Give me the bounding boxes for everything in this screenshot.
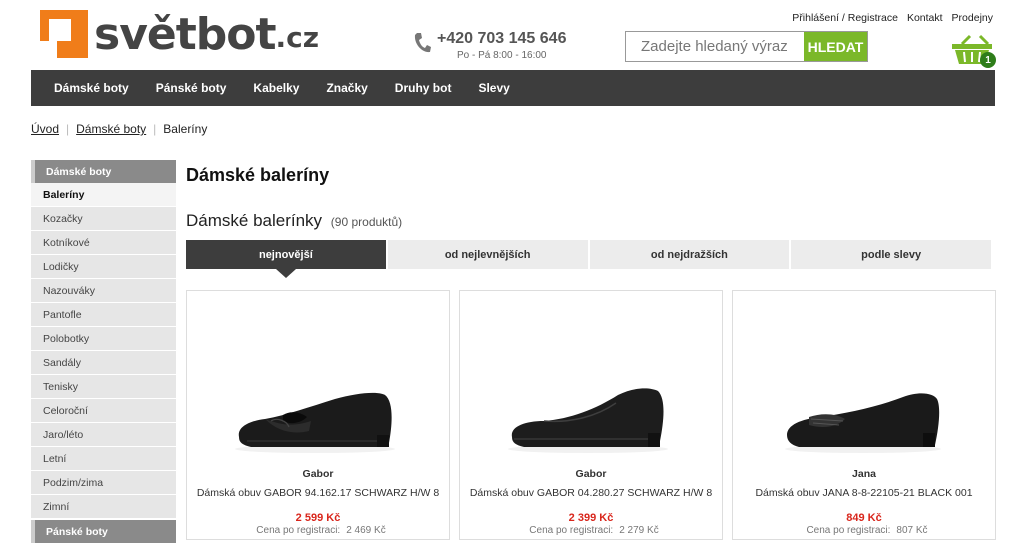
registration-price-value: 2 279 Kč (619, 525, 659, 536)
contact-link[interactable]: Kontakt (907, 12, 943, 24)
nav-item-kabelky[interactable]: Kabelky (253, 81, 299, 95)
top-links: Přihlášení / Registrace Kontakt Prodejny (792, 12, 993, 24)
main-nav: Dámské boty Pánské boty Kabelky Značky D… (31, 70, 995, 106)
sidebar-section-damske-boty[interactable]: Dámské boty (31, 160, 176, 183)
sidebar-section-panske-boty[interactable]: Pánské boty (31, 520, 176, 543)
sidebar-item-lodicky[interactable]: Lodičky (31, 255, 176, 279)
search-input[interactable] (626, 32, 804, 61)
search-button[interactable]: HLEDAT (804, 32, 867, 61)
sidebar-item-sandaly[interactable]: Sandály (31, 351, 176, 375)
registration-price-value: 807 Kč (896, 525, 928, 536)
sidebar-item-tenisky[interactable]: Tenisky (31, 375, 176, 399)
tab-by-discount[interactable]: podle slevy (791, 240, 991, 269)
cart-count-badge: 1 (980, 52, 996, 68)
phone-icon (414, 33, 431, 53)
sidebar-item-nazouvaky[interactable]: Nazouváky (31, 279, 176, 303)
nav-item-znacky[interactable]: Značky (326, 81, 367, 95)
product-card[interactable]: Jana Dámská obuv JANA 8-8-22105-21 BLACK… (732, 290, 996, 540)
sidebar-item-kotnikove[interactable]: Kotníkové (31, 231, 176, 255)
product-name[interactable]: Dámská obuv GABOR 04.280.27 SCHWARZ H/W … (460, 487, 722, 499)
nav-item-damske-boty[interactable]: Dámské boty (54, 81, 129, 95)
sidebar-item-jaro-leto[interactable]: Jaro/léto (31, 423, 176, 447)
subtitle-text: Dámské balerínky (186, 211, 323, 230)
registration-price-label: Cena po registraci: (806, 525, 891, 536)
product-price: 849 Kč (846, 512, 882, 524)
product-image[interactable] (500, 371, 680, 461)
sidebar-item-kozacky[interactable]: Kozačky (31, 207, 176, 231)
registration-price: Cena po registraci: 2 469 Kč (187, 525, 449, 536)
product-brand: Gabor (575, 468, 607, 480)
sidebar-item-baleriny[interactable]: Baleríny (31, 183, 176, 207)
nav-item-panske-boty[interactable]: Pánské boty (156, 81, 227, 95)
registration-price-label: Cena po registraci: (256, 525, 341, 536)
product-grid: Gabor Dámská obuv GABOR 94.162.17 SCHWAR… (186, 290, 998, 540)
site-header: světbot .cz +420 703 145 646 Po - Pá 8:0… (0, 0, 1024, 70)
phone-contact: +420 703 145 646 Po - Pá 8:00 - 16:00 (413, 30, 566, 61)
sidebar-item-podzim-zima[interactable]: Podzim/zima (31, 471, 176, 495)
product-price: 2 599 Kč (295, 512, 341, 524)
logo-text: světbot (94, 9, 277, 60)
sort-tabs: nejnovější od nejlevnějších od nejdražší… (186, 240, 991, 278)
product-name[interactable]: Dámská obuv JANA 8-8-22105-21 BLACK 001 (733, 487, 995, 499)
breadcrumb-home[interactable]: Úvod (31, 122, 59, 136)
search-box: HLEDAT (625, 31, 868, 62)
product-count: (90 produktů) (330, 215, 403, 229)
category-sidebar: Dámské boty Baleríny Kozačky Kotníkové L… (31, 160, 176, 543)
tab-newest[interactable]: nejnovější (186, 240, 386, 278)
page-title: Dámské baleríny (186, 165, 330, 185)
logo-mark-icon (40, 10, 88, 58)
product-card[interactable]: Gabor Dámská obuv GABOR 04.280.27 SCHWAR… (459, 290, 723, 540)
breadcrumb-separator: | (66, 122, 70, 136)
sidebar-item-polobotky[interactable]: Polobotky (31, 327, 176, 351)
nav-item-slevy[interactable]: Slevy (478, 81, 509, 95)
registration-price: Cena po registraci: 807 Kč (733, 525, 995, 536)
stores-link[interactable]: Prodejny (952, 12, 993, 24)
phone-hours: Po - Pá 8:00 - 16:00 (456, 50, 547, 61)
breadcrumb-separator: | (153, 122, 157, 136)
login-link[interactable]: Přihlášení / Registrace (792, 12, 898, 24)
nav-item-druhy-bot[interactable]: Druhy bot (395, 81, 452, 95)
phone-number[interactable]: +420 703 145 646 (437, 30, 566, 48)
product-image[interactable] (227, 371, 407, 461)
breadcrumb-current: Baleríny (163, 122, 208, 136)
section-subtitle: Dámské balerínky (90 produktů) (186, 211, 402, 231)
sidebar-item-letni[interactable]: Letní (31, 447, 176, 471)
product-price: 2 399 Kč (568, 512, 614, 524)
sidebar-item-zimni[interactable]: Zimní (31, 495, 176, 519)
product-image[interactable] (773, 371, 953, 461)
registration-price-value: 2 469 Kč (346, 525, 386, 536)
registration-price-label: Cena po registraci: (529, 525, 614, 536)
breadcrumb-category[interactable]: Dámské boty (76, 122, 146, 136)
product-name[interactable]: Dámská obuv GABOR 94.162.17 SCHWARZ H/W … (187, 487, 449, 499)
logo-tld: .cz (275, 21, 320, 54)
tab-most-expensive[interactable]: od nejdražších (589, 240, 790, 269)
registration-price: Cena po registraci: 2 279 Kč (460, 525, 722, 536)
breadcrumb: Úvod | Dámské boty | Baleríny (31, 122, 207, 136)
site-logo[interactable]: světbot .cz (40, 10, 319, 58)
sidebar-item-celorocni[interactable]: Celoroční (31, 399, 176, 423)
product-brand: Gabor (302, 468, 334, 480)
sidebar-item-pantofle[interactable]: Pantofle (31, 303, 176, 327)
product-card[interactable]: Gabor Dámská obuv GABOR 94.162.17 SCHWAR… (186, 290, 450, 540)
tab-cheapest[interactable]: od nejlevnějších (387, 240, 588, 269)
product-brand: Jana (852, 468, 876, 480)
